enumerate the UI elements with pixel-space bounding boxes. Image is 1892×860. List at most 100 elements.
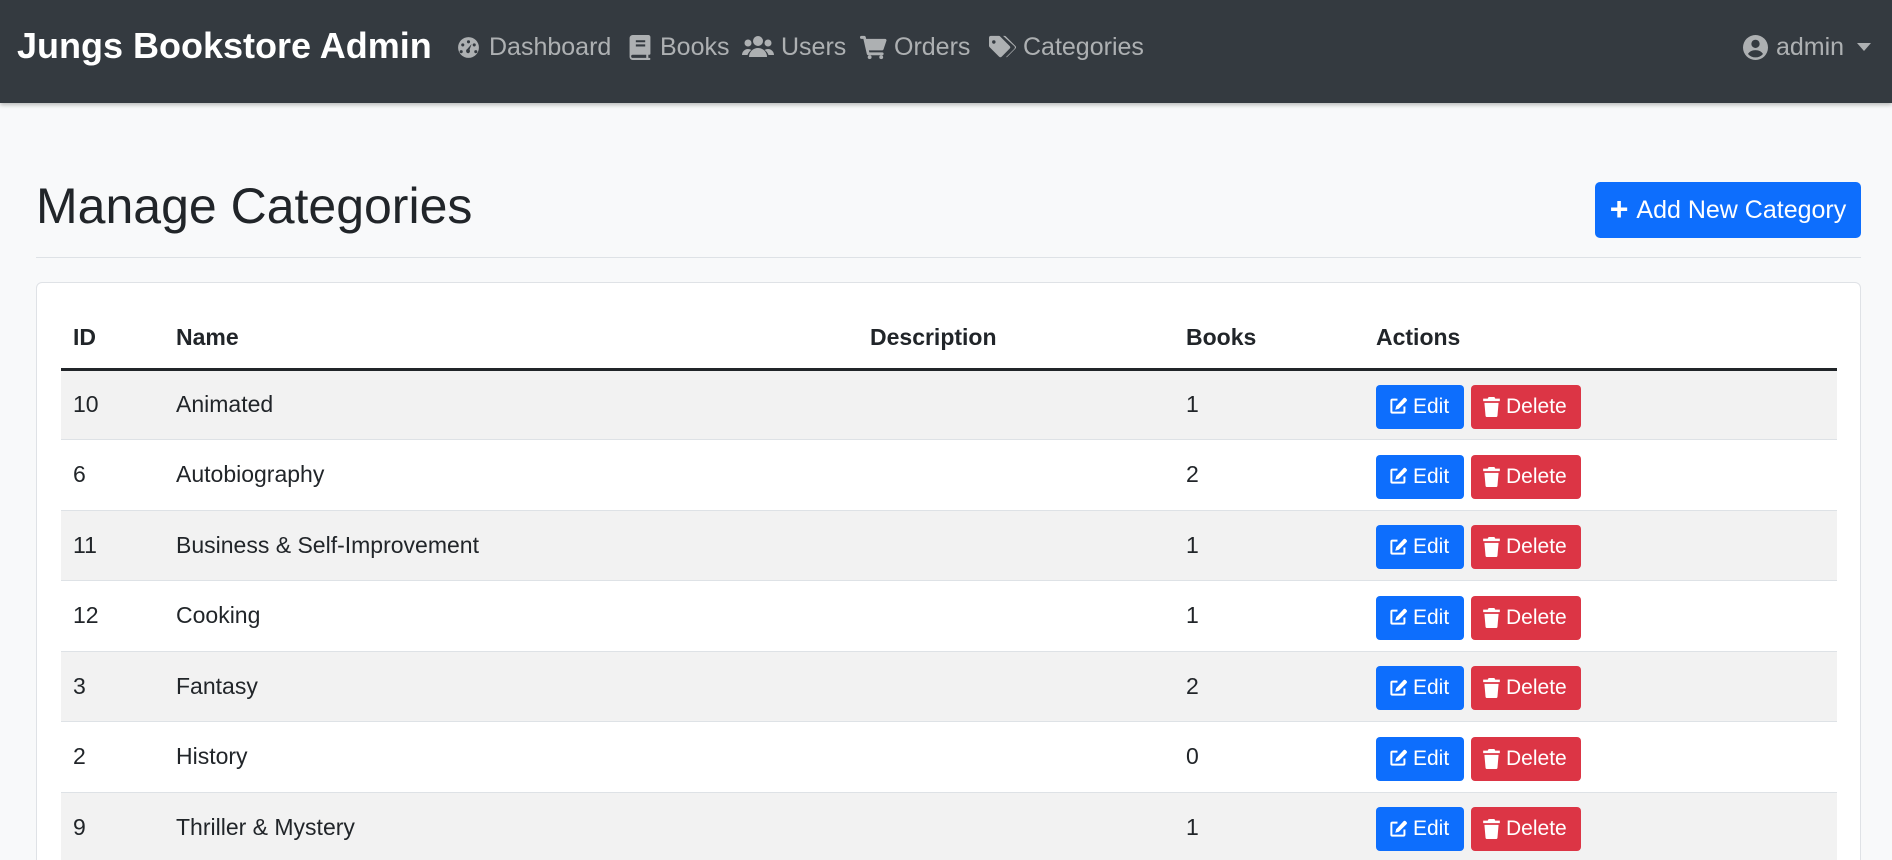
cell-actions: Edit Delete (1364, 369, 1837, 440)
user-menu-dropdown[interactable]: admin (1742, 30, 1872, 64)
delete-label: Delete (1506, 464, 1567, 488)
cell-books: 1 (1174, 580, 1364, 652)
nav-label-books: Books (660, 32, 730, 61)
table-row: 9 Thriller & Mystery 1 Edit Delete (61, 792, 1837, 860)
edit-label: Edit (1413, 394, 1450, 418)
table-row: 10 Animated 1 Edit Delete (61, 369, 1837, 440)
plus-icon: + (1609, 190, 1629, 227)
nav-item-categories[interactable]: Categories (989, 30, 1144, 64)
nav-item-users[interactable]: Users (742, 30, 846, 64)
cell-id: 10 (61, 369, 164, 440)
delete-button[interactable]: Delete (1471, 666, 1581, 711)
trash-icon (1483, 537, 1500, 558)
cell-books: 2 (1174, 651, 1364, 722)
cell-books: 1 (1174, 792, 1364, 860)
add-category-label: Add New Category (1636, 195, 1847, 224)
cell-actions: Edit Delete (1364, 651, 1837, 722)
delete-button[interactable]: Delete (1471, 736, 1581, 781)
cell-books: 1 (1174, 510, 1364, 581)
cell-id: 6 (61, 439, 164, 511)
cart-icon (860, 34, 887, 61)
chevron-down-icon (1857, 43, 1872, 51)
edit-button[interactable]: Edit (1376, 525, 1464, 570)
delete-label: Delete (1506, 817, 1567, 841)
cell-actions: Edit Delete (1364, 439, 1837, 511)
cell-description (858, 580, 1174, 652)
cell-actions: Edit Delete (1364, 721, 1837, 793)
cell-name: Cooking (164, 580, 858, 652)
table-header-row: ID Name Description Books Actions (61, 307, 1837, 371)
cell-name: Thriller & Mystery (164, 792, 858, 860)
cell-description (858, 369, 1174, 440)
cell-description (858, 792, 1174, 860)
delete-button[interactable]: Delete (1471, 454, 1581, 499)
cell-name: Fantasy (164, 651, 858, 722)
nav-item-orders[interactable]: Orders (860, 30, 970, 64)
cell-description (858, 439, 1174, 511)
edit-button[interactable]: Edit (1376, 595, 1464, 640)
table-row: 2 History 0 Edit Delete (61, 721, 1837, 793)
user-menu-label: admin (1776, 32, 1845, 61)
edit-icon (1388, 679, 1407, 698)
table-body: 10 Animated 1 Edit Delete 6 Autobiography 2 Edit… (61, 369, 1837, 860)
cell-books: 1 (1174, 369, 1364, 440)
edit-button[interactable]: Edit (1376, 666, 1464, 711)
edit-label: Edit (1413, 817, 1450, 841)
nav-item-books[interactable]: Books (626, 30, 729, 64)
delete-button[interactable]: Delete (1471, 595, 1581, 640)
categories-card: ID Name Description Books Actions 10 Anim… (36, 282, 1861, 860)
cell-name: Autobiography (164, 439, 858, 511)
cell-id: 2 (61, 721, 164, 793)
nav-label-orders: Orders (894, 32, 971, 61)
brand-title[interactable]: Jungs Bookstore Admin (17, 24, 432, 68)
table-row: 11 Business & Self-Improvement 1 Edit Delete (61, 510, 1837, 581)
book-icon (626, 34, 653, 61)
edit-button[interactable]: Edit (1376, 454, 1464, 499)
trash-icon (1483, 396, 1500, 417)
nav-item-dashboard[interactable]: Dashboard (455, 30, 611, 64)
edit-button[interactable]: Edit (1376, 384, 1464, 429)
user-circle-icon (1742, 34, 1769, 61)
cell-id: 11 (61, 510, 164, 581)
delete-button[interactable]: Delete (1471, 525, 1581, 570)
delete-button[interactable]: Delete (1471, 384, 1581, 429)
edit-label: Edit (1413, 535, 1450, 559)
cell-description (858, 721, 1174, 793)
delete-label: Delete (1506, 605, 1567, 629)
cell-books: 2 (1174, 439, 1364, 511)
edit-button[interactable]: Edit (1376, 807, 1464, 852)
trash-icon (1483, 607, 1500, 628)
edit-icon (1388, 608, 1407, 627)
add-category-button[interactable]: + Add New Category (1595, 182, 1861, 238)
cell-actions: Edit Delete (1364, 792, 1837, 860)
edit-label: Edit (1413, 464, 1450, 488)
cell-actions: Edit Delete (1364, 510, 1837, 581)
trash-icon (1483, 748, 1500, 769)
header-description: Description (858, 307, 1174, 371)
cell-books: 0 (1174, 721, 1364, 793)
edit-icon (1388, 538, 1407, 557)
nav-label-categories: Categories (1023, 32, 1144, 61)
edit-label: Edit (1413, 605, 1450, 629)
dashboard-icon (455, 34, 482, 61)
edit-icon (1388, 397, 1407, 416)
cell-id: 12 (61, 580, 164, 652)
header-id: ID (61, 307, 164, 371)
edit-button[interactable]: Edit (1376, 736, 1464, 781)
cell-name: Animated (164, 369, 858, 440)
nav-label-dashboard: Dashboard (489, 32, 612, 61)
delete-label: Delete (1506, 746, 1567, 770)
nav-label-users: Users (781, 32, 847, 61)
header-name: Name (164, 307, 858, 371)
trash-icon (1483, 466, 1500, 487)
cell-name: History (164, 721, 858, 793)
delete-label: Delete (1506, 676, 1567, 700)
delete-button[interactable]: Delete (1471, 807, 1581, 852)
edit-label: Edit (1413, 746, 1450, 770)
trash-icon (1483, 678, 1500, 699)
tags-icon (989, 34, 1016, 61)
edit-label: Edit (1413, 676, 1450, 700)
cell-description (858, 651, 1174, 722)
cell-id: 9 (61, 792, 164, 860)
header-actions: Actions (1364, 307, 1837, 371)
